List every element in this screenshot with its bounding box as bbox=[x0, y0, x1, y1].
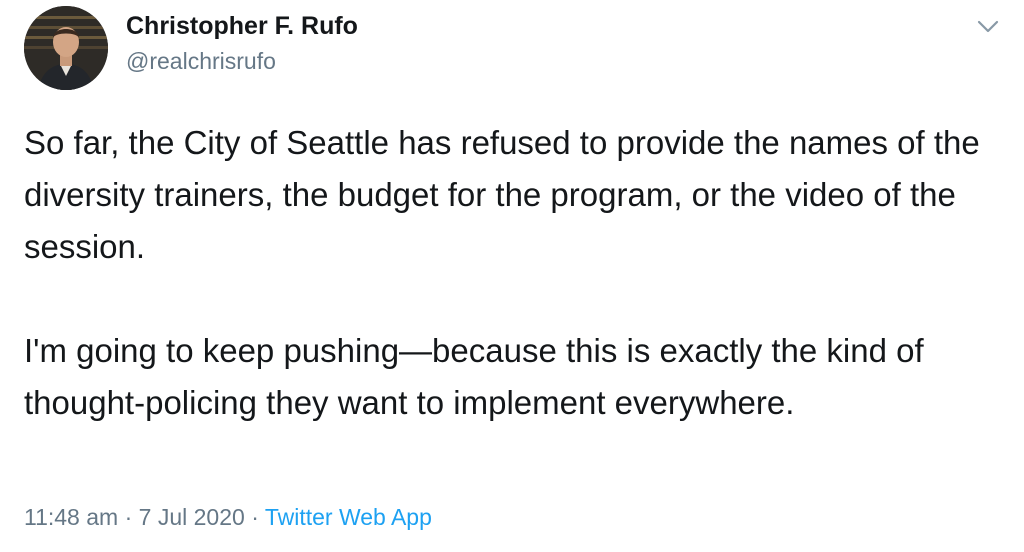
author-display-name[interactable]: Christopher F. Rufo bbox=[126, 12, 358, 41]
author-handle[interactable]: @realchrisrufo bbox=[126, 48, 276, 75]
tweet-text: So far, the City of Seattle has refused … bbox=[24, 117, 984, 429]
tweet-paragraph: I'm going to keep pushing—because this i… bbox=[24, 332, 924, 421]
avatar[interactable] bbox=[24, 6, 108, 90]
chevron-down-icon[interactable] bbox=[974, 14, 1002, 38]
separator: · bbox=[251, 504, 259, 530]
tweet-paragraph: So far, the City of Seattle has refused … bbox=[24, 124, 980, 265]
separator: · bbox=[124, 504, 133, 530]
tweet-date[interactable]: 7 Jul 2020 bbox=[139, 504, 245, 530]
tweet-source-link[interactable]: Twitter Web App bbox=[265, 504, 432, 530]
tweet-card: Christopher F. Rufo @realchrisrufo So fa… bbox=[0, 0, 1024, 552]
profile-photo-icon bbox=[24, 6, 108, 90]
tweet-meta: 11:48 am · 7 Jul 2020 · Twitter Web App bbox=[24, 504, 432, 531]
tweet-time[interactable]: 11:48 am bbox=[24, 504, 118, 530]
